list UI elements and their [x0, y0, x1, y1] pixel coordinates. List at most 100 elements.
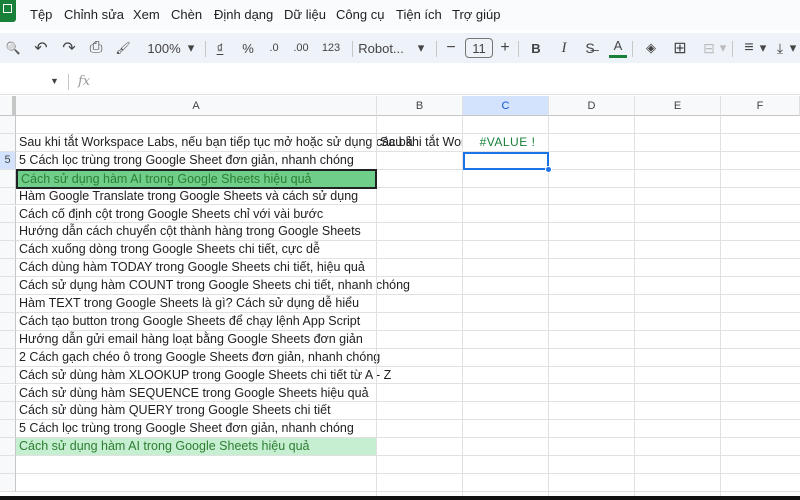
row-header[interactable]: 5 [0, 151, 16, 170]
redo-icon[interactable]: ↷ [60, 33, 78, 63]
row-header[interactable] [0, 241, 16, 260]
row-header[interactable] [0, 330, 16, 349]
cell-a[interactable]: Hàm TEXT trong Google Sheets là gì? Cách… [16, 295, 377, 312]
italic-button[interactable]: I [556, 33, 572, 63]
font-size-input[interactable]: 11 [465, 38, 493, 58]
menu-item-1[interactable]: Chỉnh sửa [64, 7, 124, 22]
bold-button[interactable]: B [528, 33, 544, 63]
menu-item-0[interactable]: Tệp [30, 7, 52, 22]
cell-a[interactable]: Hướng dẫn cách chuyển cột thành hàng tro… [16, 223, 377, 240]
row-header[interactable] [0, 116, 16, 134]
cell-a[interactable] [16, 474, 377, 491]
row-header[interactable] [0, 169, 16, 188]
cell-a[interactable]: Hướng dẫn gửi email hàng loạt bằng Googl… [16, 331, 377, 348]
column-header-D[interactable]: D [549, 96, 635, 116]
cell-a[interactable]: Hàm Google Translate trong Google Sheets… [16, 188, 377, 205]
row-header[interactable] [0, 312, 16, 331]
row-header[interactable] [0, 295, 16, 313]
fill-handle[interactable] [545, 165, 552, 173]
row-header[interactable] [0, 438, 16, 457]
column-header-C[interactable]: C [463, 96, 549, 116]
undo-icon[interactable]: ↶ [32, 33, 50, 63]
column-header-F[interactable]: F [721, 96, 800, 116]
cell-b[interactable] [377, 152, 463, 169]
column-header-E[interactable]: E [635, 96, 721, 116]
row-header[interactable] [0, 205, 16, 224]
cell-a[interactable] [16, 116, 377, 133]
percent-button[interactable]: % [240, 33, 256, 63]
menu-item-2[interactable]: Xem [133, 7, 160, 22]
text-color-button[interactable]: A [609, 36, 627, 58]
cell-a[interactable] [16, 456, 377, 473]
cell-a[interactable]: Cách sử dụng hàm AI trong Google Sheets … [16, 168, 377, 189]
row-header[interactable] [0, 366, 16, 385]
cell-b[interactable]: Sau khi tắt Work [377, 134, 463, 151]
paint-format-icon[interactable]: 🖌 [114, 33, 132, 63]
cell-a[interactable]: Sau khi tắt Workspace Labs, nếu bạn tiếp… [16, 134, 413, 151]
active-cell-selection[interactable] [463, 151, 552, 173]
chevron-down-icon[interactable]: ▾ [788, 33, 798, 63]
vertical-align-icon[interactable]: ⤓ [772, 33, 788, 63]
cell-a[interactable]: Cách xuống dòng trong Google Sheets chi … [16, 241, 377, 258]
cell-a[interactable]: Cách sử dùng hàm SEQUENCE trong Google S… [16, 385, 377, 402]
search-icon[interactable]: 🔍 [4, 33, 22, 63]
row-header[interactable] [0, 384, 16, 403]
cell-a[interactable]: Cách sử dùng hàm QUERY trong Google Shee… [16, 402, 377, 419]
merge-cells-icon[interactable]: ⊟ [700, 33, 718, 63]
menu-item-8[interactable]: Trợ giúp [452, 7, 501, 22]
decrease-decimal-button[interactable]: .0 [264, 33, 284, 63]
cell-c-error[interactable]: #VALUE ! [463, 134, 549, 151]
row-header[interactable] [0, 187, 16, 206]
zoom-select[interactable]: 100% [142, 33, 186, 63]
row-header[interactable] [0, 420, 16, 439]
cell-a[interactable]: Cách sử dụng hàm AI trong Google Sheets … [16, 438, 377, 456]
font-size-increase-button[interactable]: + [498, 33, 512, 63]
strikethrough-icon[interactable]: S̶ [582, 33, 598, 63]
row-header[interactable] [0, 277, 16, 295]
font-size-decrease-button[interactable]: − [444, 33, 458, 63]
cell-a[interactable]: 5 Cách lọc trùng trong Google Sheet đơn … [16, 420, 377, 437]
chevron-down-icon[interactable]: ▾ [414, 33, 428, 63]
cell-a[interactable]: Cách sử dùng hàm XLOOKUP trong Google Sh… [16, 367, 391, 384]
chevron-down-icon[interactable]: ▾ [184, 33, 198, 63]
row-header[interactable] [0, 474, 16, 492]
row-header[interactable] [0, 223, 16, 242]
font-select[interactable]: Robot... [356, 33, 406, 63]
row-header[interactable] [0, 456, 16, 474]
menu-item-7[interactable]: Tiện ích [396, 7, 442, 22]
cell-a[interactable]: 5 Cách lọc trùng trong Google Sheet đơn … [16, 152, 377, 169]
cell-a[interactable]: Cách dùng hàm TODAY trong Google Sheets … [16, 259, 377, 276]
name-box-dropdown-icon[interactable]: ▼ [50, 76, 59, 86]
row-header[interactable] [0, 348, 16, 367]
menu-item-6[interactable]: Công cụ [336, 7, 384, 22]
row-header[interactable] [0, 402, 16, 421]
cell-a[interactable]: Cách tạo button trong Google Sheets để c… [16, 313, 377, 330]
row-header[interactable] [0, 259, 16, 278]
fill-color-icon[interactable]: ◈ [642, 33, 660, 63]
fx-icon: fx [78, 74, 91, 89]
formula-input[interactable] [100, 70, 790, 94]
cell-a[interactable]: Cách cố định cột trong Google Sheets chỉ… [16, 206, 377, 223]
chevron-down-icon[interactable]: ▾ [758, 33, 768, 63]
menu-item-5[interactable]: Dữ liệu [284, 7, 326, 22]
cell-a[interactable]: Cách sử dụng hàm COUNT trong Google Shee… [16, 277, 410, 294]
borders-icon[interactable]: ⊞ [671, 33, 689, 63]
menu-item-4[interactable]: Định dạng [214, 7, 273, 22]
cell-a[interactable]: 2 Cách gạch chéo ô trong Google Sheets đ… [16, 349, 380, 366]
column-header-A[interactable]: A [16, 96, 377, 116]
row-header[interactable] [0, 133, 16, 152]
column-header-B[interactable]: B [377, 96, 463, 116]
print-icon[interactable]: ⎙ [87, 33, 105, 63]
sheets-logo[interactable] [0, 0, 16, 22]
menu-item-3[interactable]: Chèn [171, 7, 202, 22]
cell-b[interactable] [377, 170, 463, 187]
select-all-corner[interactable] [0, 96, 16, 116]
cell-b[interactable] [377, 116, 463, 133]
align-icon[interactable]: ≡ [741, 33, 757, 63]
increase-decimal-button[interactable]: .00 [290, 33, 312, 63]
number-format-button[interactable]: 123 [320, 33, 342, 63]
toolbar-divider [352, 41, 353, 57]
table-row: Cách sử dùng hàm QUERY trong Google Shee… [16, 402, 800, 421]
currency-button[interactable]: ₫ [212, 33, 228, 63]
chevron-down-icon[interactable]: ▾ [718, 33, 728, 63]
